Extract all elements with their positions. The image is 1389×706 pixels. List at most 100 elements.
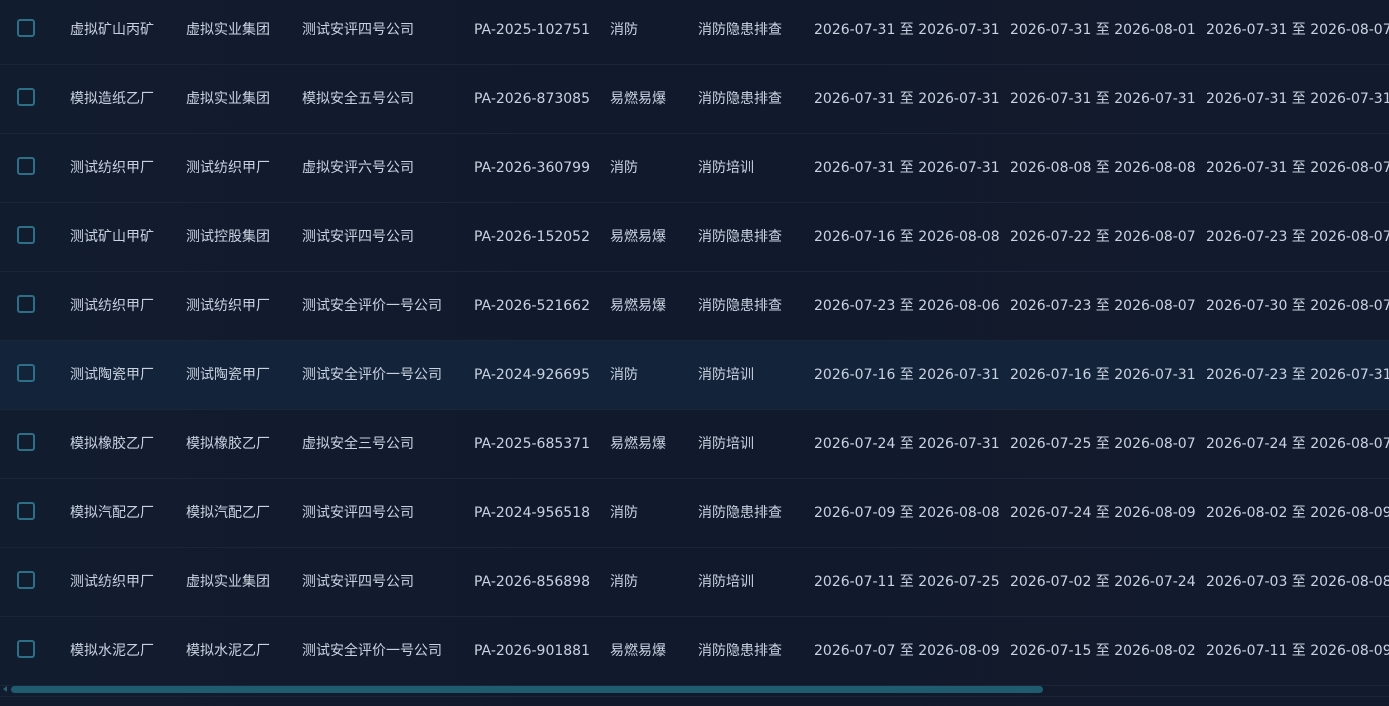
date-range-cell-1: 2026-07-16 至 2026-08-08 — [814, 229, 1000, 245]
date-range-cell-3: 2026-07-31 至 2026-08-07 — [1206, 22, 1389, 38]
date-range-cell-1: 2026-07-16 至 2026-07-31 — [814, 367, 1000, 383]
table-row[interactable]: 模拟水泥乙厂 模拟水泥乙厂 测试安全评价一号公司 PA-2026-901881 … — [0, 617, 1389, 686]
date-range-cell-3: 2026-08-02 至 2026-08-09 — [1206, 505, 1389, 521]
scrollbar-thumb[interactable] — [11, 686, 1043, 693]
date-range-cell-3: 2026-07-31 至 2026-08-07 — [1206, 160, 1389, 176]
item-type-cell: 消防隐患排查 — [698, 505, 782, 521]
date-range-cell-1: 2026-07-11 至 2026-07-25 — [814, 574, 1000, 590]
date-range-cell-1: 2026-07-31 至 2026-07-31 — [814, 22, 1000, 38]
date-range-cell-2: 2026-07-25 至 2026-08-07 — [1010, 436, 1196, 452]
row-checkbox[interactable] — [17, 226, 35, 244]
row-checkbox[interactable] — [17, 157, 35, 175]
group-name-cell: 模拟水泥乙厂 — [186, 643, 270, 659]
code-cell: PA-2026-152052 — [474, 229, 590, 245]
enterprise-name-cell: 测试纺织甲厂 — [70, 160, 154, 176]
enterprise-name-cell: 测试矿山甲矿 — [70, 229, 154, 245]
item-type-cell: 消防培训 — [698, 367, 754, 383]
table-row[interactable]: 模拟造纸乙厂 虚拟实业集团 模拟安全五号公司 PA-2026-873085 易燃… — [0, 65, 1389, 134]
date-range-cell-1: 2026-07-31 至 2026-07-31 — [814, 91, 1000, 107]
date-range-cell-2: 2026-07-31 至 2026-07-31 — [1010, 91, 1196, 107]
table-row[interactable]: 虚拟矿山丙矿 虚拟实业集团 测试安评四号公司 PA-2025-102751 消防… — [0, 0, 1389, 65]
row-checkbox[interactable] — [17, 88, 35, 106]
date-range-cell-3: 2026-07-24 至 2026-08-07 — [1206, 436, 1389, 452]
category-cell: 易燃易爆 — [610, 229, 666, 245]
table-row[interactable]: 测试纺织甲厂 测试纺织甲厂 虚拟安评六号公司 PA-2026-360799 消防… — [0, 134, 1389, 203]
item-type-cell: 消防培训 — [698, 436, 754, 452]
group-name-cell: 虚拟实业集团 — [186, 22, 270, 38]
date-range-cell-2: 2026-07-22 至 2026-08-07 — [1010, 229, 1196, 245]
group-name-cell: 虚拟实业集团 — [186, 574, 270, 590]
enterprise-name-cell: 测试纺织甲厂 — [70, 298, 154, 314]
item-type-cell: 消防隐患排查 — [698, 229, 782, 245]
group-name-cell: 测试陶瓷甲厂 — [186, 367, 270, 383]
date-range-cell-1: 2026-07-07 至 2026-08-09 — [814, 643, 1000, 659]
row-checkbox[interactable] — [17, 571, 35, 589]
date-range-cell-3: 2026-07-30 至 2026-08-07 — [1206, 298, 1389, 314]
agency-name-cell: 虚拟安全三号公司 — [302, 436, 414, 452]
code-cell: PA-2025-685371 — [474, 436, 590, 452]
enterprise-name-cell: 测试陶瓷甲厂 — [70, 367, 154, 383]
enterprise-name-cell: 虚拟矿山丙矿 — [70, 22, 154, 38]
item-type-cell: 消防隐患排查 — [698, 22, 782, 38]
category-cell: 消防 — [610, 22, 638, 38]
date-range-cell-2: 2026-07-02 至 2026-07-24 — [1010, 574, 1196, 590]
date-range-cell-3: 2026-07-31 至 2026-07-31 — [1206, 91, 1389, 107]
agency-name-cell: 虚拟安评六号公司 — [302, 160, 414, 176]
date-range-cell-3: 2026-07-03 至 2026-08-08 — [1206, 574, 1389, 590]
table-row-highlighted[interactable]: 测试陶瓷甲厂 测试陶瓷甲厂 测试安全评价一号公司 PA-2024-926695 … — [0, 341, 1389, 410]
category-cell: 易燃易爆 — [610, 91, 666, 107]
row-checkbox[interactable] — [17, 295, 35, 313]
code-cell: PA-2026-521662 — [474, 298, 590, 314]
group-name-cell: 测试纺织甲厂 — [186, 160, 270, 176]
row-checkbox[interactable] — [17, 364, 35, 382]
agency-name-cell: 测试安评四号公司 — [302, 505, 414, 521]
table-row[interactable]: 模拟橡胶乙厂 模拟橡胶乙厂 虚拟安全三号公司 PA-2025-685371 易燃… — [0, 410, 1389, 479]
row-checkbox[interactable] — [17, 640, 35, 658]
data-table: 虚拟矿山丙矿 虚拟实业集团 测试安评四号公司 PA-2025-102751 消防… — [0, 0, 1389, 686]
data-table-page: 虚拟矿山丙矿 虚拟实业集团 测试安评四号公司 PA-2025-102751 消防… — [0, 0, 1389, 706]
group-name-cell: 虚拟实业集团 — [186, 91, 270, 107]
table-row[interactable]: 测试纺织甲厂 测试纺织甲厂 测试安全评价一号公司 PA-2026-521662 … — [0, 272, 1389, 341]
category-cell: 消防 — [610, 160, 638, 176]
date-range-cell-1: 2026-07-24 至 2026-07-31 — [814, 436, 1000, 452]
date-range-cell-2: 2026-08-08 至 2026-08-08 — [1010, 160, 1196, 176]
item-type-cell: 消防隐患排查 — [698, 91, 782, 107]
date-range-cell-1: 2026-07-23 至 2026-08-06 — [814, 298, 1000, 314]
code-cell: PA-2024-926695 — [474, 367, 590, 383]
row-checkbox[interactable] — [17, 433, 35, 451]
group-name-cell: 测试控股集团 — [186, 229, 270, 245]
category-cell: 易燃易爆 — [610, 643, 666, 659]
enterprise-name-cell: 测试纺织甲厂 — [70, 574, 154, 590]
code-cell: PA-2025-102751 — [474, 22, 590, 38]
horizontal-scrollbar[interactable] — [0, 682, 1389, 697]
agency-name-cell: 模拟安全五号公司 — [302, 91, 414, 107]
code-cell: PA-2026-856898 — [474, 574, 590, 590]
date-range-cell-1: 2026-07-09 至 2026-08-08 — [814, 505, 1000, 521]
group-name-cell: 测试纺织甲厂 — [186, 298, 270, 314]
agency-name-cell: 测试安全评价一号公司 — [302, 367, 442, 383]
date-range-cell-3: 2026-07-11 至 2026-08-09 — [1206, 643, 1389, 659]
enterprise-name-cell: 模拟水泥乙厂 — [70, 643, 154, 659]
row-checkbox[interactable] — [17, 19, 35, 37]
agency-name-cell: 测试安全评价一号公司 — [302, 643, 442, 659]
enterprise-name-cell: 模拟汽配乙厂 — [70, 505, 154, 521]
group-name-cell: 模拟橡胶乙厂 — [186, 436, 270, 452]
code-cell: PA-2026-901881 — [474, 643, 590, 659]
date-range-cell-1: 2026-07-31 至 2026-07-31 — [814, 160, 1000, 176]
group-name-cell: 模拟汽配乙厂 — [186, 505, 270, 521]
enterprise-name-cell: 模拟橡胶乙厂 — [70, 436, 154, 452]
enterprise-name-cell: 模拟造纸乙厂 — [70, 91, 154, 107]
category-cell: 消防 — [610, 505, 638, 521]
table-row[interactable]: 模拟汽配乙厂 模拟汽配乙厂 测试安评四号公司 PA-2024-956518 消防… — [0, 479, 1389, 548]
agency-name-cell: 测试安评四号公司 — [302, 229, 414, 245]
category-cell: 易燃易爆 — [610, 298, 666, 314]
code-cell: PA-2024-956518 — [474, 505, 590, 521]
scroll-left-arrow-icon[interactable] — [3, 686, 7, 692]
agency-name-cell: 测试安全评价一号公司 — [302, 298, 442, 314]
table-row[interactable]: 测试纺织甲厂 虚拟实业集团 测试安评四号公司 PA-2026-856898 消防… — [0, 548, 1389, 617]
date-range-cell-2: 2026-07-23 至 2026-08-07 — [1010, 298, 1196, 314]
table-row[interactable]: 测试矿山甲矿 测试控股集团 测试安评四号公司 PA-2026-152052 易燃… — [0, 203, 1389, 272]
date-range-cell-2: 2026-07-24 至 2026-08-09 — [1010, 505, 1196, 521]
agency-name-cell: 测试安评四号公司 — [302, 22, 414, 38]
row-checkbox[interactable] — [17, 502, 35, 520]
